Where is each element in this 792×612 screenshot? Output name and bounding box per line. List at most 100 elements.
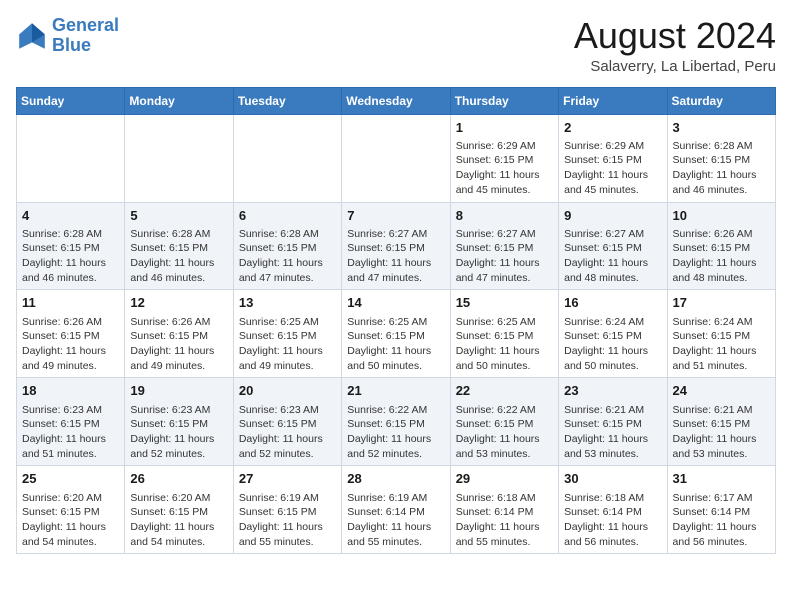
day-cell: 9 Sunrise: 6:27 AMSunset: 6:15 PMDaylight… bbox=[559, 202, 667, 290]
day-info: Sunrise: 6:27 AMSunset: 6:15 PMDaylight:… bbox=[347, 227, 444, 286]
header-cell-monday: Monday bbox=[125, 87, 233, 114]
day-cell: 3 Sunrise: 6:28 AMSunset: 6:15 PMDaylight… bbox=[667, 114, 775, 202]
day-info: Sunrise: 6:25 AMSunset: 6:15 PMDaylight:… bbox=[456, 315, 553, 374]
day-info: Sunrise: 6:19 AMSunset: 6:14 PMDaylight:… bbox=[347, 491, 444, 550]
header-row: SundayMondayTuesdayWednesdayThursdayFrid… bbox=[17, 87, 776, 114]
day-info: Sunrise: 6:20 AMSunset: 6:15 PMDaylight:… bbox=[130, 491, 227, 550]
day-info: Sunrise: 6:27 AMSunset: 6:15 PMDaylight:… bbox=[564, 227, 661, 286]
day-info: Sunrise: 6:26 AMSunset: 6:15 PMDaylight:… bbox=[673, 227, 770, 286]
day-info: Sunrise: 6:26 AMSunset: 6:15 PMDaylight:… bbox=[22, 315, 119, 374]
day-cell: 13Sunrise: 6:25 AMSunset: 6:15 PMDayligh… bbox=[233, 290, 341, 378]
week-row-1: 1 Sunrise: 6:29 AMSunset: 6:15 PMDaylight… bbox=[17, 114, 776, 202]
day-info: Sunrise: 6:18 AMSunset: 6:14 PMDaylight:… bbox=[456, 491, 553, 550]
day-number: 21 bbox=[347, 382, 444, 400]
day-number: 6 bbox=[239, 207, 336, 225]
day-cell: 16 Sunrise: 6:24 AMSunset: 6:15 PMDayligh… bbox=[559, 290, 667, 378]
page-header: General Blue August 2024 Salaverry, La L… bbox=[16, 16, 776, 75]
day-number: 17 bbox=[673, 294, 770, 312]
day-cell: 27 Sunrise: 6:19 AMSunset: 6:15 PMDayligh… bbox=[233, 466, 341, 554]
logo: General Blue bbox=[16, 16, 119, 56]
day-cell: 26 Sunrise: 6:20 AMSunset: 6:15 PMDayligh… bbox=[125, 466, 233, 554]
week-row-5: 25Sunrise: 6:20 AMSunset: 6:15 PMDayligh… bbox=[17, 466, 776, 554]
day-cell: 20 Sunrise: 6:23 AMSunset: 6:15 PMDayligh… bbox=[233, 378, 341, 466]
day-cell: 22 Sunrise: 6:22 AMSunset: 6:15 PMDayligh… bbox=[450, 378, 558, 466]
day-number: 28 bbox=[347, 470, 444, 488]
day-info: Sunrise: 6:24 AMSunset: 6:15 PMDaylight:… bbox=[673, 315, 770, 374]
header-cell-friday: Friday bbox=[559, 87, 667, 114]
header-cell-tuesday: Tuesday bbox=[233, 87, 341, 114]
day-number: 5 bbox=[130, 207, 227, 225]
day-cell: 23 Sunrise: 6:21 AMSunset: 6:15 PMDayligh… bbox=[559, 378, 667, 466]
day-cell: 6 Sunrise: 6:28 AMSunset: 6:15 PMDaylight… bbox=[233, 202, 341, 290]
day-cell: 4 Sunrise: 6:28 AMSunset: 6:15 PMDaylight… bbox=[17, 202, 125, 290]
day-info: Sunrise: 6:23 AMSunset: 6:15 PMDaylight:… bbox=[22, 403, 119, 462]
day-info: Sunrise: 6:23 AMSunset: 6:15 PMDaylight:… bbox=[130, 403, 227, 462]
day-info: Sunrise: 6:28 AMSunset: 6:15 PMDaylight:… bbox=[22, 227, 119, 286]
day-cell: 15 Sunrise: 6:25 AMSunset: 6:15 PMDayligh… bbox=[450, 290, 558, 378]
header-cell-saturday: Saturday bbox=[667, 87, 775, 114]
day-number: 22 bbox=[456, 382, 553, 400]
day-cell: 25Sunrise: 6:20 AMSunset: 6:15 PMDayligh… bbox=[17, 466, 125, 554]
day-number: 18 bbox=[22, 382, 119, 400]
day-cell: 11Sunrise: 6:26 AMSunset: 6:15 PMDayligh… bbox=[17, 290, 125, 378]
header-cell-sunday: Sunday bbox=[17, 87, 125, 114]
header-cell-thursday: Thursday bbox=[450, 87, 558, 114]
day-number: 15 bbox=[456, 294, 553, 312]
day-cell: 29 Sunrise: 6:18 AMSunset: 6:14 PMDayligh… bbox=[450, 466, 558, 554]
day-cell: 31 Sunrise: 6:17 AMSunset: 6:14 PMDayligh… bbox=[667, 466, 775, 554]
day-number: 2 bbox=[564, 119, 661, 137]
week-row-3: 11Sunrise: 6:26 AMSunset: 6:15 PMDayligh… bbox=[17, 290, 776, 378]
day-cell: 17 Sunrise: 6:24 AMSunset: 6:15 PMDayligh… bbox=[667, 290, 775, 378]
day-number: 10 bbox=[673, 207, 770, 225]
subtitle: Salaverry, La Libertad, Peru bbox=[574, 58, 776, 75]
day-number: 1 bbox=[456, 119, 553, 137]
day-number: 19 bbox=[130, 382, 227, 400]
week-row-4: 18 Sunrise: 6:23 AMSunset: 6:15 PMDayligh… bbox=[17, 378, 776, 466]
day-cell bbox=[125, 114, 233, 202]
day-info: Sunrise: 6:23 AMSunset: 6:15 PMDaylight:… bbox=[239, 403, 336, 462]
day-number: 13 bbox=[239, 294, 336, 312]
day-cell: 14Sunrise: 6:25 AMSunset: 6:15 PMDayligh… bbox=[342, 290, 450, 378]
day-number: 4 bbox=[22, 207, 119, 225]
day-cell: 1Sunrise: 6:29 AMSunset: 6:15 PMDaylight… bbox=[450, 114, 558, 202]
calendar-body: 1 Sunrise: 6:29 AMSunset: 6:15 PMDaylight… bbox=[17, 114, 776, 554]
day-cell: 2 Sunrise: 6:29 AMSunset: 6:15 PMDaylight… bbox=[559, 114, 667, 202]
day-info: Sunrise: 6:17 AMSunset: 6:14 PMDaylight:… bbox=[673, 491, 770, 550]
day-info: Sunrise: 6:22 AMSunset: 6:15 PMDaylight:… bbox=[347, 403, 444, 462]
day-info: Sunrise: 6:21 AMSunset: 6:15 PMDaylight:… bbox=[564, 403, 661, 462]
title-block: August 2024 Salaverry, La Libertad, Peru bbox=[574, 16, 776, 75]
day-number: 23 bbox=[564, 382, 661, 400]
header-cell-wednesday: Wednesday bbox=[342, 87, 450, 114]
day-cell bbox=[17, 114, 125, 202]
day-info: Sunrise: 6:19 AMSunset: 6:15 PMDaylight:… bbox=[239, 491, 336, 550]
day-cell: 30Sunrise: 6:18 AMSunset: 6:14 PMDayligh… bbox=[559, 466, 667, 554]
day-number: 9 bbox=[564, 207, 661, 225]
day-info: Sunrise: 6:22 AMSunset: 6:15 PMDaylight:… bbox=[456, 403, 553, 462]
day-cell bbox=[342, 114, 450, 202]
day-info: Sunrise: 6:29 AMSunset: 6:15 PMDaylight:… bbox=[564, 139, 661, 198]
logo-text: General Blue bbox=[52, 16, 119, 56]
day-cell: 28 Sunrise: 6:19 AMSunset: 6:14 PMDayligh… bbox=[342, 466, 450, 554]
day-number: 26 bbox=[130, 470, 227, 488]
day-number: 29 bbox=[456, 470, 553, 488]
day-number: 30 bbox=[564, 470, 661, 488]
day-cell: 24Sunrise: 6:21 AMSunset: 6:15 PMDayligh… bbox=[667, 378, 775, 466]
day-number: 7 bbox=[347, 207, 444, 225]
day-number: 3 bbox=[673, 119, 770, 137]
day-number: 20 bbox=[239, 382, 336, 400]
main-title: August 2024 bbox=[574, 16, 776, 56]
day-info: Sunrise: 6:27 AMSunset: 6:15 PMDaylight:… bbox=[456, 227, 553, 286]
day-cell: 18 Sunrise: 6:23 AMSunset: 6:15 PMDayligh… bbox=[17, 378, 125, 466]
calendar-header: SundayMondayTuesdayWednesdayThursdayFrid… bbox=[17, 87, 776, 114]
day-cell: 12Sunrise: 6:26 AMSunset: 6:15 PMDayligh… bbox=[125, 290, 233, 378]
day-cell bbox=[233, 114, 341, 202]
day-info: Sunrise: 6:28 AMSunset: 6:15 PMDaylight:… bbox=[130, 227, 227, 286]
day-info: Sunrise: 6:24 AMSunset: 6:15 PMDaylight:… bbox=[564, 315, 661, 374]
day-number: 16 bbox=[564, 294, 661, 312]
day-number: 27 bbox=[239, 470, 336, 488]
day-info: Sunrise: 6:28 AMSunset: 6:15 PMDaylight:… bbox=[673, 139, 770, 198]
day-info: Sunrise: 6:28 AMSunset: 6:15 PMDaylight:… bbox=[239, 227, 336, 286]
day-number: 31 bbox=[673, 470, 770, 488]
day-info: Sunrise: 6:25 AMSunset: 6:15 PMDaylight:… bbox=[347, 315, 444, 374]
day-cell: 21 Sunrise: 6:22 AMSunset: 6:15 PMDayligh… bbox=[342, 378, 450, 466]
